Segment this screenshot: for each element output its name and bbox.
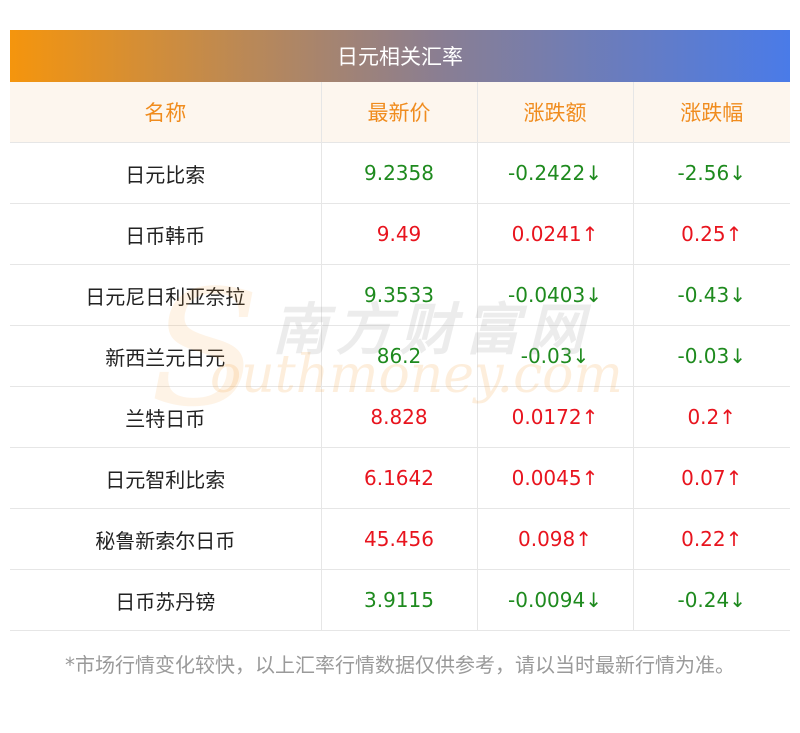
header-latest-price: 最新价 — [320, 82, 477, 143]
header-change-amount: 涨跌额 — [476, 82, 633, 143]
table-row: 新西兰元日元 86.2 -0.03↓ -0.03↓ — [10, 325, 790, 387]
header-name: 名称 — [10, 82, 321, 143]
rate-name: 兰特日币 — [10, 386, 321, 448]
table-row: 日币韩币 9.49 0.0241↑ 0.25↑ — [10, 203, 790, 265]
exchange-rate-table: 名称 最新价 涨跌额 涨跌幅 日元比索 9.2358 -0.2422↓ -2.5… — [10, 82, 790, 631]
rate-price: 8.828 — [320, 386, 477, 448]
rate-price: 86.2 — [320, 325, 477, 387]
rate-change: -0.03↓ — [476, 325, 633, 387]
rate-change: 0.098↑ — [476, 508, 633, 570]
rate-change: -0.0094↓ — [476, 569, 633, 631]
table-row: 日币苏丹镑 3.9115 -0.0094↓ -0.24↓ — [10, 569, 790, 631]
rate-name: 日元比索 — [10, 142, 321, 204]
table-row: 日元尼日利亚奈拉 9.3533 -0.0403↓ -0.43↓ — [10, 264, 790, 326]
table-title-bar: 日元相关汇率 — [10, 30, 790, 82]
rate-change-percent: -0.24↓ — [632, 569, 790, 631]
rate-price: 45.456 — [320, 508, 477, 570]
rate-name: 日币苏丹镑 — [10, 569, 321, 631]
rate-name: 日币韩币 — [10, 203, 321, 265]
rate-name: 新西兰元日元 — [10, 325, 321, 387]
table-row: 秘鲁新索尔日币 45.456 0.098↑ 0.22↑ — [10, 508, 790, 570]
table-row: 兰特日币 8.828 0.0172↑ 0.2↑ — [10, 386, 790, 448]
rate-change-percent: -2.56↓ — [632, 142, 790, 204]
rate-price: 6.1642 — [320, 447, 477, 509]
rate-change-percent: 0.07↑ — [632, 447, 790, 509]
table-header-row: 名称 最新价 涨跌额 涨跌幅 — [10, 82, 790, 143]
rate-name: 日元智利比索 — [10, 447, 321, 509]
rate-price: 9.3533 — [320, 264, 477, 326]
table-title: 日元相关汇率 — [337, 45, 463, 69]
rate-name: 秘鲁新索尔日币 — [10, 508, 321, 570]
table-row: 日元比索 9.2358 -0.2422↓ -2.56↓ — [10, 142, 790, 204]
rate-price: 9.2358 — [320, 142, 477, 204]
rate-change-percent: 0.25↑ — [632, 203, 790, 265]
rate-name: 日元尼日利亚奈拉 — [10, 264, 321, 326]
rate-change-percent: -0.03↓ — [632, 325, 790, 387]
rate-price: 9.49 — [320, 203, 477, 265]
rate-change-percent: 0.22↑ — [632, 508, 790, 570]
rate-change-percent: 0.2↑ — [632, 386, 790, 448]
rate-change: 0.0045↑ — [476, 447, 633, 509]
rate-change: -0.2422↓ — [476, 142, 633, 204]
rate-change: 0.0241↑ — [476, 203, 633, 265]
table-row: 日元智利比索 6.1642 0.0045↑ 0.07↑ — [10, 447, 790, 509]
header-change-percent: 涨跌幅 — [632, 82, 790, 143]
rate-price: 3.9115 — [320, 569, 477, 631]
rate-change: -0.0403↓ — [476, 264, 633, 326]
rate-change-percent: -0.43↓ — [632, 264, 790, 326]
rate-change: 0.0172↑ — [476, 386, 633, 448]
disclaimer-note: *市场行情变化较快，以上汇率行情数据仅供参考，请以当时最新行情为准。 — [65, 653, 735, 677]
